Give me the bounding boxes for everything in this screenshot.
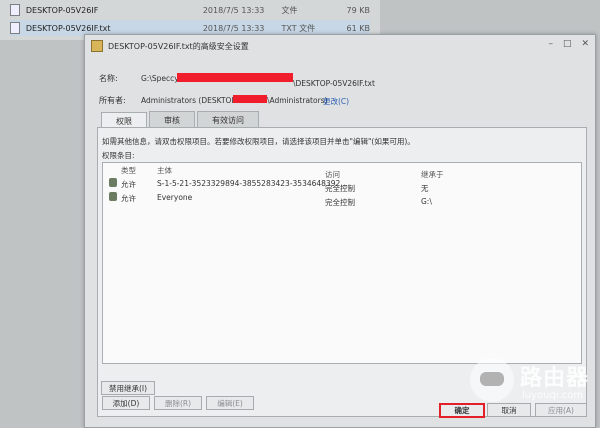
watermark-logo: 路由器 luyouqi.com xyxy=(470,350,600,420)
owner-label: 所有者: xyxy=(99,96,126,105)
permission-entries-list[interactable]: 类型 主体 访问 继承于 允许 S-1-5-21-3523329894-3855… xyxy=(102,162,582,364)
owner-value-prefix: Administrators (DESKTOP- xyxy=(141,96,239,105)
permissions-description: 如需其他信息，请双击权限项目。若要修改权限项目，请选择该项目并单击"编辑"(如果… xyxy=(102,137,415,146)
entry-principal: S-1-5-21-3523329894-3855283423-353464839… xyxy=(157,179,348,188)
file-name: DESKTOP-05V26IF.txt xyxy=(25,23,111,33)
entry-inherited: G:\ xyxy=(421,197,432,206)
text-file-icon xyxy=(10,22,20,34)
folder-icon xyxy=(91,40,103,52)
entry-access: 完全控制 xyxy=(325,198,355,207)
window-buttons: – □ ✕ xyxy=(548,39,589,49)
table-row[interactable]: 允许 S-1-5-21-3523329894-3855283423-353464… xyxy=(103,177,581,193)
add-button[interactable]: 添加(D) xyxy=(102,396,150,410)
maximize-icon[interactable]: □ xyxy=(563,39,572,49)
file-type: TXT 文件 xyxy=(281,23,316,33)
watermark-url: luyouqi.com xyxy=(522,390,584,401)
file-name: DESKTOP-05V26IF xyxy=(25,5,99,15)
edit-button[interactable]: 编辑(E) xyxy=(206,396,254,410)
entry-type: 允许 xyxy=(121,194,136,203)
disable-inheritance-button[interactable]: 禁用继承(I) xyxy=(101,381,155,395)
name-value-suffix: \DESKTOP-05V26IF.txt xyxy=(293,79,375,88)
table-row[interactable]: 允许 Everyone 完全控制 G:\ xyxy=(103,191,581,207)
column-type[interactable]: 类型 xyxy=(121,165,136,176)
name-label: 名称: xyxy=(99,74,118,83)
watermark-title: 路由器 xyxy=(520,366,590,391)
redaction-mark xyxy=(177,73,293,82)
file-row[interactable]: DESKTOP-05V26IF 2018/7/5 13:33 文件 79 KB xyxy=(10,2,370,18)
file-size: 61 KB xyxy=(346,23,370,33)
entry-principal: Everyone xyxy=(157,193,193,202)
dialog-title: DESKTOP-05V26IF.txt的高级安全设置 xyxy=(108,41,249,51)
list-header: 类型 主体 访问 继承于 xyxy=(103,163,581,179)
name-value-prefix: G:\Speccy\ xyxy=(141,74,182,83)
owner-value-suffix: \Administrators) xyxy=(267,96,328,105)
group-icon xyxy=(109,192,117,201)
file-icon xyxy=(10,4,20,16)
file-size: 79 KB xyxy=(346,5,370,15)
entry-type: 允许 xyxy=(121,180,136,189)
file-date: 2018/7/5 13:33 xyxy=(202,23,265,33)
minimize-icon[interactable]: – xyxy=(548,39,553,49)
remove-button[interactable]: 删除(R) xyxy=(154,396,202,410)
redaction-mark xyxy=(233,95,267,103)
permission-entries-label: 权限条目: xyxy=(102,151,135,160)
user-icon xyxy=(109,178,117,187)
file-type: 文件 xyxy=(281,5,298,15)
file-date: 2018/7/5 13:33 xyxy=(202,5,265,15)
close-icon[interactable]: ✕ xyxy=(581,39,589,49)
router-logo-dots xyxy=(480,372,504,386)
column-principal[interactable]: 主体 xyxy=(157,165,172,176)
owner-change-link[interactable]: 更改(C) xyxy=(323,96,349,107)
dialog-titlebar[interactable]: DESKTOP-05V26IF.txt的高级安全设置 – □ ✕ xyxy=(85,35,595,57)
